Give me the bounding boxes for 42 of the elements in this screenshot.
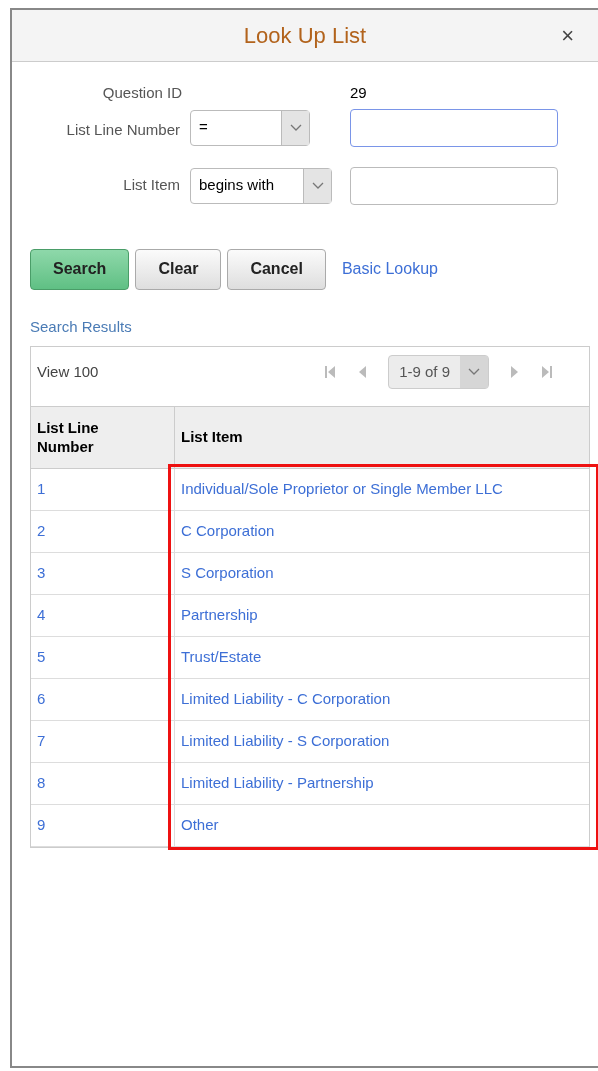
basic-lookup-link[interactable]: Basic Lookup xyxy=(341,257,438,281)
input-field[interactable] xyxy=(350,108,558,147)
line-number-link[interactable]: 1 xyxy=(31,469,175,511)
column-header: List Line Number xyxy=(31,407,175,469)
column-header: List Item xyxy=(175,407,589,469)
operator-select[interactable]: begins with xyxy=(190,167,332,204)
line-number-link[interactable]: 6 xyxy=(31,679,175,721)
input-field[interactable] xyxy=(350,166,558,205)
primary-button[interactable]: Search xyxy=(30,248,130,290)
line-number-link[interactable]: 5 xyxy=(31,637,175,679)
secondary-button[interactable]: Cancel xyxy=(227,248,326,290)
operator-select[interactable]: = xyxy=(190,109,310,146)
secondary-button[interactable]: Clear xyxy=(135,248,222,290)
search-results-title: Search Results xyxy=(30,316,133,337)
line-number-link[interactable]: 2 xyxy=(31,511,175,553)
question-id-value: 29 xyxy=(350,83,368,103)
list-item-link[interactable]: Individual/Sole Proprietor or Single Member LLC xyxy=(175,469,589,511)
window-title: Look Up List xyxy=(243,22,367,50)
caret-icon xyxy=(468,368,480,376)
line-number-link[interactable]: 4 xyxy=(31,595,175,637)
line-number-link[interactable]: 7 xyxy=(31,721,175,763)
field-label: Question ID xyxy=(101,83,182,103)
list-item-link[interactable]: Limited Liability - S Corporation xyxy=(175,721,589,763)
first-page-icon[interactable] xyxy=(324,365,337,379)
list-item-link[interactable]: S Corporation xyxy=(175,553,589,595)
line-number-link[interactable]: 9 xyxy=(31,805,175,847)
caret-icon xyxy=(311,181,324,190)
list-item-link[interactable]: Limited Liability - Partnership xyxy=(175,763,589,805)
list-item-link[interactable]: C Corporation xyxy=(175,511,589,553)
line-number-link[interactable]: 3 xyxy=(31,553,175,595)
list-item-link[interactable]: Trust/Estate xyxy=(175,637,589,679)
field-label: List Line Number xyxy=(65,120,180,141)
view-count: View 100 xyxy=(37,362,99,382)
list-item-link[interactable]: Limited Liability - C Corporation xyxy=(175,679,589,721)
page-range-select[interactable]: 1-9 of 9 xyxy=(388,355,489,389)
list-item-link[interactable]: Partnership xyxy=(175,595,589,637)
last-page-icon[interactable] xyxy=(541,365,553,379)
caret-icon xyxy=(289,123,302,132)
line-number-link[interactable]: 8 xyxy=(31,763,175,805)
close-button[interactable]: × xyxy=(561,19,574,52)
list-item-link[interactable]: Other xyxy=(175,805,589,847)
field-label: List Item xyxy=(122,175,180,196)
